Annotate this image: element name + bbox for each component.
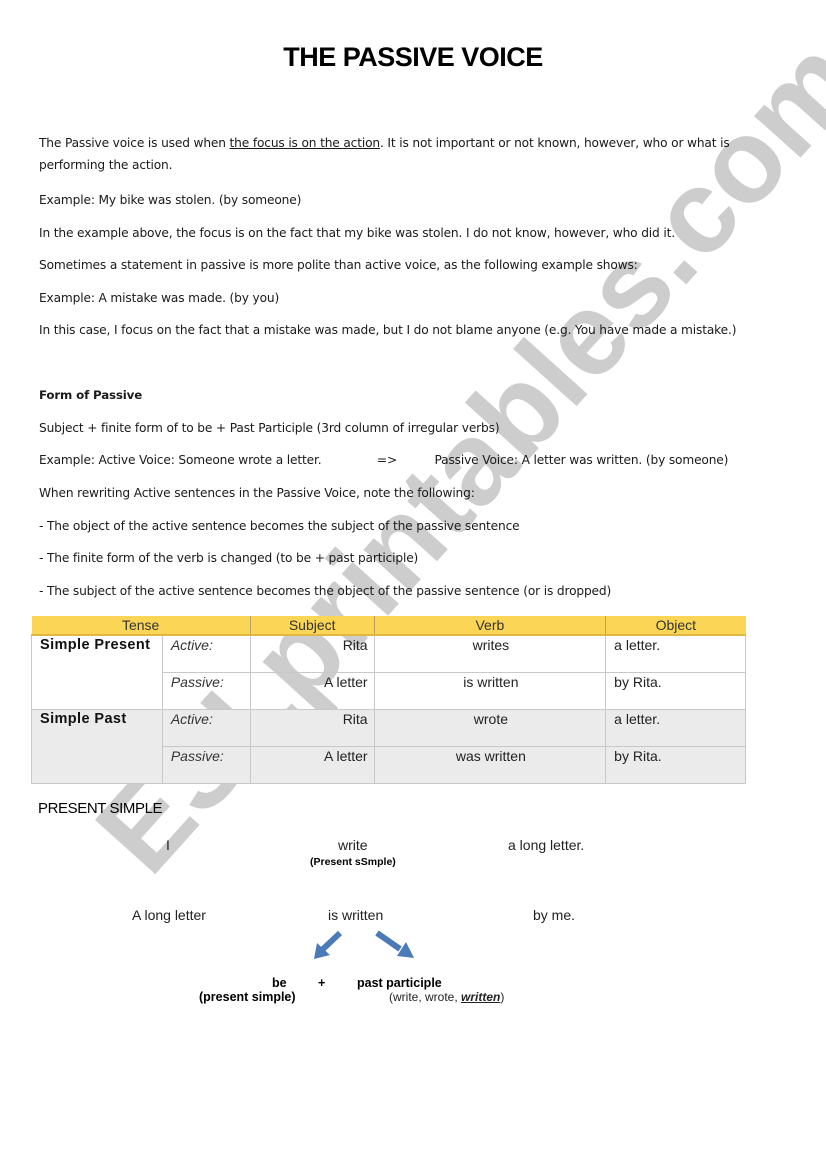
passive-object: by me.: [533, 907, 576, 923]
tense-cell: Simple Present: [31, 634, 163, 710]
form-example-active: Example: Active Voice: Someone wrote a l…: [39, 453, 322, 467]
voice-cell: Active:: [161, 709, 251, 747]
breakdown-be-note: (present simple): [199, 990, 296, 1004]
form-note-intro: When rewriting Active sentences in the P…: [39, 486, 475, 500]
page-title: THE PASSIVE VOICE: [283, 42, 543, 72]
voice-cell: Active:: [161, 634, 251, 673]
table-header-row: Tense Subject Verb Object: [31, 616, 746, 636]
active-object: a long letter.: [508, 837, 585, 853]
form-example-arrow: =>: [376, 453, 398, 467]
arrow-right-down-icon: [375, 930, 414, 958]
paragraph-polite: Sometimes a statement in passive is more…: [39, 258, 638, 272]
intro-underlined-text: the focus is on the action: [229, 136, 381, 150]
object-cell: a letter.: [605, 634, 746, 673]
header-subject: Subject: [249, 616, 375, 636]
verb-cell: is written: [373, 672, 607, 710]
paragraph-blame: In this case, I focus on the fact that a…: [39, 323, 737, 337]
header-verb: Verb: [373, 616, 606, 636]
verb-cell: was written: [373, 746, 607, 784]
breakdown-be: be: [272, 976, 287, 990]
intro-text-pre: The Passive voice is used when: [39, 136, 230, 150]
breakdown-plus: +: [318, 976, 326, 990]
subject-cell: Rita: [249, 634, 375, 673]
header-object: Object: [605, 616, 746, 636]
passive-subject: A long letter: [132, 907, 206, 923]
intro-line-1: The Passive voice is used when the focus…: [39, 136, 730, 150]
table-row: Simple Past Active: Rita wrote a letter.: [31, 709, 746, 784]
voice-cell: Passive:: [161, 746, 251, 784]
intro-line-2: performing the action.: [39, 158, 173, 172]
breakdown-pp-note: (write, wrote, written): [389, 990, 504, 1004]
pp-note-post: ): [500, 990, 505, 1004]
active-verb-note: (Present sSmple): [310, 856, 396, 868]
intro-text-post: . It is not important or not known, howe…: [379, 136, 730, 150]
paragraph-example-mistake: Example: A mistake was made. (by you): [39, 291, 280, 305]
form-heading: Form of Passive: [39, 388, 143, 402]
subject-cell: A letter: [249, 672, 375, 710]
paragraph-example-bike: Example: My bike was stolen. (by someone…: [39, 193, 302, 207]
present-simple-heading: PRESENT SIMPLE: [38, 800, 163, 817]
form-note-2: - The finite form of the verb is changed…: [39, 551, 419, 565]
active-subject: I: [166, 837, 170, 853]
object-cell: a letter.: [605, 709, 746, 747]
form-example-passive: Passive Voice: A letter was written. (by…: [434, 453, 729, 467]
pp-note-pre: (write, wrote,: [389, 990, 462, 1004]
table-row: Simple Present Active: Rita writes a let…: [31, 634, 746, 710]
subject-cell: A letter: [249, 746, 375, 784]
form-note-3: - The subject of the active sentence bec…: [39, 584, 612, 598]
form-note-1: - The object of the active sentence beco…: [39, 519, 520, 533]
subject-cell: Rita: [249, 709, 375, 747]
breakdown-past-participle: past participle: [357, 976, 442, 990]
tense-cell: Simple Past: [31, 709, 163, 784]
header-tense: Tense: [31, 616, 251, 636]
passive-verb: is written: [328, 907, 384, 923]
form-example: Example: Active Voice: Someone wrote a l…: [39, 453, 728, 467]
verb-cell: writes: [373, 634, 607, 673]
object-cell: by Rita.: [605, 672, 746, 710]
form-rule: Subject + finite form of to be + Past Pa…: [39, 421, 500, 435]
paragraph-explanation: In the example above, the focus is on th…: [39, 226, 675, 240]
voice-cell: Passive:: [161, 672, 251, 710]
object-cell: by Rita.: [605, 746, 746, 784]
verb-cell: wrote: [373, 709, 607, 747]
tense-table: Tense Subject Verb Object Simple Present…: [31, 616, 746, 784]
pp-note-emphasis: written: [461, 990, 501, 1004]
active-verb: write: [338, 837, 368, 853]
